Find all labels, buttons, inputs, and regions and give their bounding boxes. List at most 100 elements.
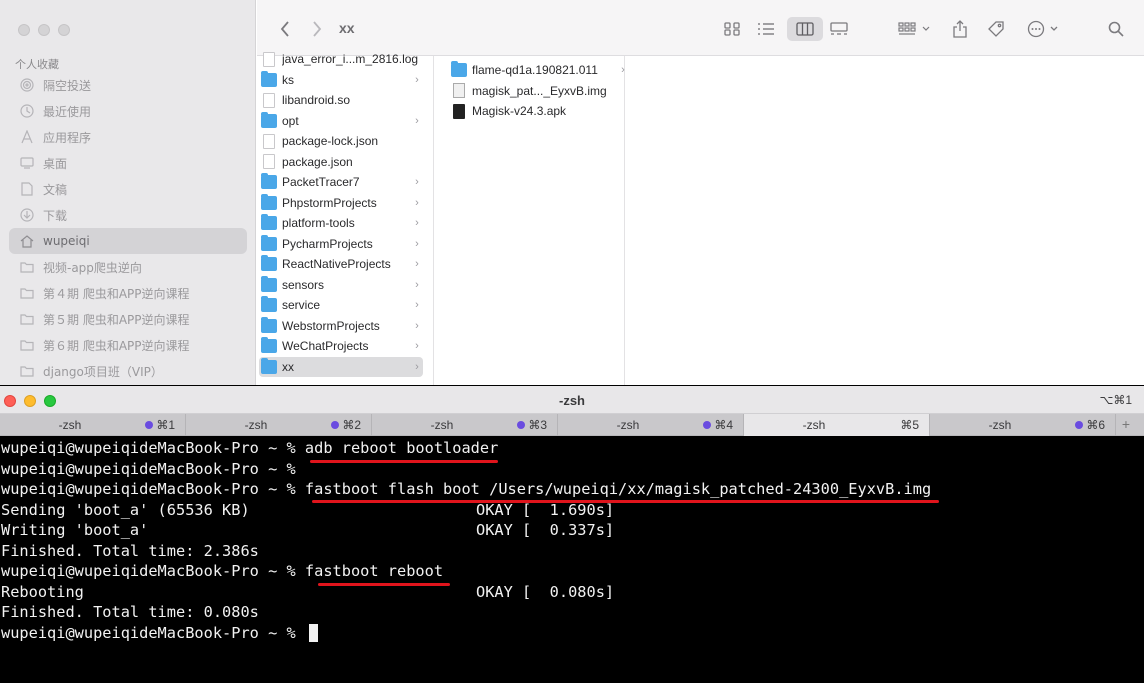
file-item[interactable]: java_error_i...m_2816.log <box>259 49 423 69</box>
item-name: opt <box>282 113 299 128</box>
folder-icon <box>451 61 467 77</box>
highlight-underline <box>318 583 450 586</box>
tab-5[interactable]: -zsh ⌘5 <box>744 414 930 436</box>
sidebar-item-label: 桌面 <box>43 156 68 171</box>
sidebar-item-label: 隔空投送 <box>43 78 92 93</box>
forward-icon[interactable] <box>309 18 325 40</box>
share-icon[interactable] <box>951 18 969 40</box>
icon-view-icon[interactable] <box>723 18 741 40</box>
airdrop-icon <box>19 77 35 93</box>
sidebar-item-label: 下载 <box>43 208 68 223</box>
terminal-line: Writing 'boot_a' <box>1 521 149 539</box>
sidebar-item-label: 第４期 爬虫和APP逆向课程 <box>43 286 190 301</box>
new-tab-button[interactable]: + <box>1116 414 1136 436</box>
file-item[interactable]: package.json <box>259 152 423 172</box>
column-view-icon[interactable] <box>795 18 815 40</box>
chevron-right-icon: › <box>415 299 419 311</box>
sidebar-item[interactable]: 最近使用 <box>9 98 247 124</box>
tab-shortcut: ⌘3 <box>528 418 547 432</box>
folder-item[interactable]: ks › <box>259 70 423 90</box>
tab-label: -zsh <box>58 418 82 432</box>
terminal-line: wupeiqi@wupeiqideMacBook-Pro ~ % <box>1 459 296 478</box>
sidebar-item[interactable]: 文稿 <box>9 176 247 202</box>
folder-item[interactable]: service › <box>259 295 423 315</box>
chevron-right-icon: › <box>415 278 419 291</box>
file-item[interactable]: Magisk-v24.3.apk <box>449 101 629 121</box>
folder-item[interactable]: platform-tools › <box>259 213 423 233</box>
folder-item[interactable]: WebstormProjects › <box>259 316 423 336</box>
folder-icon <box>261 357 277 374</box>
tag-icon[interactable] <box>987 18 1005 40</box>
folder-icon <box>261 173 277 189</box>
sidebar-heading: 个人收藏 <box>15 58 59 71</box>
file-item[interactable]: magisk_pat..._EyxvB.img <box>449 81 629 101</box>
activity-dot <box>703 421 711 429</box>
chevron-right-icon: › <box>415 319 419 332</box>
terminal-line: Finished. Total time: 2.386s <box>1 541 259 560</box>
sidebar-item[interactable]: 下载 <box>9 202 247 228</box>
apk-file-icon <box>453 103 465 119</box>
item-name: flame-qd1a.190821.011 <box>472 63 598 77</box>
tab-1[interactable]: -zsh ⌘1 <box>0 414 186 436</box>
file-icon <box>263 154 275 169</box>
file-item[interactable]: libandroid.so <box>259 90 423 110</box>
folder-item[interactable]: xx › <box>259 356 423 377</box>
home-icon <box>19 233 35 249</box>
folder-item[interactable]: sensors › <box>259 275 423 295</box>
folder-item[interactable]: PycharmProjects › <box>259 234 423 254</box>
sidebar-item[interactable]: 应用程序 <box>9 124 247 150</box>
search-icon[interactable] <box>1107 18 1125 40</box>
terminal-line: Finished. Total time: 0.080s <box>1 603 259 621</box>
item-name: libandroid.so <box>282 93 351 107</box>
terminal-cursor <box>309 624 318 642</box>
sidebar-item[interactable]: wupeiqi <box>9 228 247 254</box>
tab-label: -zsh <box>244 418 268 432</box>
folder-item[interactable]: PacketTracer7 › <box>259 172 423 192</box>
sidebar-item[interactable]: 第６期 爬虫和APP逆向课程 <box>9 332 247 358</box>
back-icon[interactable] <box>277 18 293 40</box>
tab-label: -zsh <box>430 418 454 432</box>
group-by-icon[interactable] <box>897 18 933 40</box>
terminal-window: -zsh ⌥⌘1 -zsh ⌘1 -zsh ⌘2 -zsh ⌘3 -zsh ⌘4 -zsh ⌘5-… <box>0 386 1144 683</box>
close-button[interactable] <box>18 24 30 36</box>
folder-item[interactable]: WeChatProjects › <box>259 336 423 356</box>
folder-icon <box>19 311 35 327</box>
sidebar-item[interactable]: 隔空投送 <box>9 72 247 98</box>
sidebar-item[interactable]: django项目班（VIP） <box>9 358 247 384</box>
item-name: package-lock.json <box>282 134 379 148</box>
tab-6[interactable]: -zsh ⌘6 <box>930 414 1116 436</box>
sidebar-item-label: 第５期 爬虫和APP逆向课程 <box>43 312 190 327</box>
file-icon <box>263 51 275 67</box>
minimize-button[interactable] <box>38 24 50 36</box>
sidebar-item[interactable]: 桌面 <box>9 150 247 176</box>
folder-item[interactable]: ReactNativeProjects › <box>259 254 423 274</box>
folder-item[interactable]: PhpstormProjects › <box>259 193 423 213</box>
finder-title: xx <box>339 20 355 36</box>
folder-item[interactable]: flame-qd1a.190821.011 › <box>449 60 629 80</box>
terminal-line: Sending 'boot_a' (65536 KB) <box>1 500 250 519</box>
item-name: java_error_i...m_2816.log <box>282 52 419 66</box>
tab-2[interactable]: -zsh ⌘2 <box>186 414 372 436</box>
sidebar-item[interactable]: 视频-app爬虫逆向 <box>9 254 247 280</box>
more-actions-icon[interactable] <box>1027 18 1061 40</box>
sidebar-item[interactable]: 第５期 爬虫和APP逆向课程 <box>9 306 247 332</box>
gallery-view-icon[interactable] <box>829 18 849 40</box>
zoom-button[interactable] <box>58 24 70 36</box>
sidebar-item[interactable]: 第４期 爬虫和APP逆向课程 <box>9 280 247 306</box>
chevron-right-icon: › <box>415 196 419 209</box>
folder-icon <box>261 111 277 128</box>
terminal-title: -zsh <box>559 393 585 408</box>
folder-icon <box>19 259 35 275</box>
tab-shortcut: ⌘5 <box>900 418 919 432</box>
tab-4[interactable]: -zsh ⌘4 <box>558 414 744 436</box>
clock-icon <box>19 103 35 119</box>
chevron-right-icon: › <box>415 360 419 373</box>
terminal-output[interactable]: wupeiqi@wupeiqideMacBook-Pro ~ % adb reb… <box>0 438 1144 683</box>
finder-browser: java_error_i...m_2816.log ks › libandroid.s… <box>257 51 1144 385</box>
folder-item[interactable]: opt › <box>259 111 423 131</box>
file-item[interactable]: package-lock.json <box>259 131 423 151</box>
activity-dot <box>331 421 339 429</box>
tab-3[interactable]: -zsh ⌘3 <box>372 414 558 436</box>
terminal-line: wupeiqi@wupeiqideMacBook-Pro ~ % <box>1 623 296 642</box>
list-view-icon[interactable] <box>757 18 775 40</box>
